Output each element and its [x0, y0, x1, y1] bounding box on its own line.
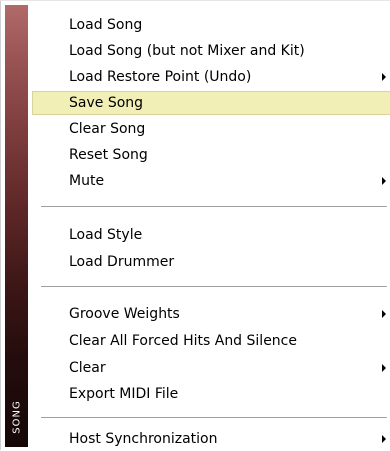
menu-item-host-synchronization[interactable]: Host Synchronization: [32, 427, 390, 451]
menu-separator: [41, 206, 387, 208]
submenu-arrow-icon: [382, 435, 386, 443]
menu-item-label: Clear All Forced Hits And Silence: [69, 333, 297, 349]
menu-item-label: Reset Song: [69, 147, 148, 163]
submenu-arrow-icon: [382, 310, 386, 318]
menu-item-label: Load Drummer: [69, 254, 175, 270]
menu-item-label: Load Song (but not Mixer and Kit): [69, 43, 305, 59]
menu-item-label: Clear Song: [69, 121, 146, 137]
sidebar-label-box: SONG: [9, 397, 24, 437]
menu-item-export-midi[interactable]: Export MIDI File: [32, 382, 390, 406]
submenu-arrow-icon: [382, 73, 386, 81]
menu-item-clear-forced-hits[interactable]: Clear All Forced Hits And Silence: [32, 329, 390, 353]
menu-item-label: Load Style: [69, 227, 143, 243]
menu-separator: [41, 286, 387, 288]
menu-item-label: Export MIDI File: [69, 386, 179, 402]
submenu-arrow-icon: [382, 177, 386, 185]
menu-item-label: Load Song: [69, 17, 143, 33]
menu-item-mute[interactable]: Mute: [32, 169, 390, 193]
menu-item-label: Save Song: [69, 95, 144, 111]
menu-item-label: Mute: [69, 173, 105, 189]
menu-item-load-song-not-mixer-kit[interactable]: Load Song (but not Mixer and Kit): [32, 39, 390, 63]
menu-item-load-drummer[interactable]: Load Drummer: [32, 250, 390, 274]
menu-item-label: Clear: [69, 360, 106, 376]
menu-item-label: Groove Weights: [69, 306, 180, 322]
menu-item-label: Host Synchronization: [69, 431, 218, 447]
sidebar-label: SONG: [11, 400, 22, 434]
menu-separator: [41, 417, 387, 419]
menu-item-load-style[interactable]: Load Style: [32, 223, 390, 247]
menu-item-save-song[interactable]: Save Song: [32, 91, 390, 115]
submenu-arrow-icon: [382, 364, 386, 372]
menu-sidebar: SONG: [5, 5, 28, 447]
menu-item-reset-song[interactable]: Reset Song: [32, 143, 390, 167]
menu-item-clear[interactable]: Clear: [32, 356, 390, 380]
menu-item-clear-song[interactable]: Clear Song: [32, 117, 390, 141]
menu-item-groove-weights[interactable]: Groove Weights: [32, 302, 390, 326]
menu-item-label: Load Restore Point (Undo): [69, 69, 252, 85]
context-menu: SONG Load Song Load Song (but not Mixer …: [0, 0, 390, 450]
menu-item-load-song[interactable]: Load Song: [32, 13, 390, 37]
menu-item-load-restore-point[interactable]: Load Restore Point (Undo): [32, 65, 390, 89]
